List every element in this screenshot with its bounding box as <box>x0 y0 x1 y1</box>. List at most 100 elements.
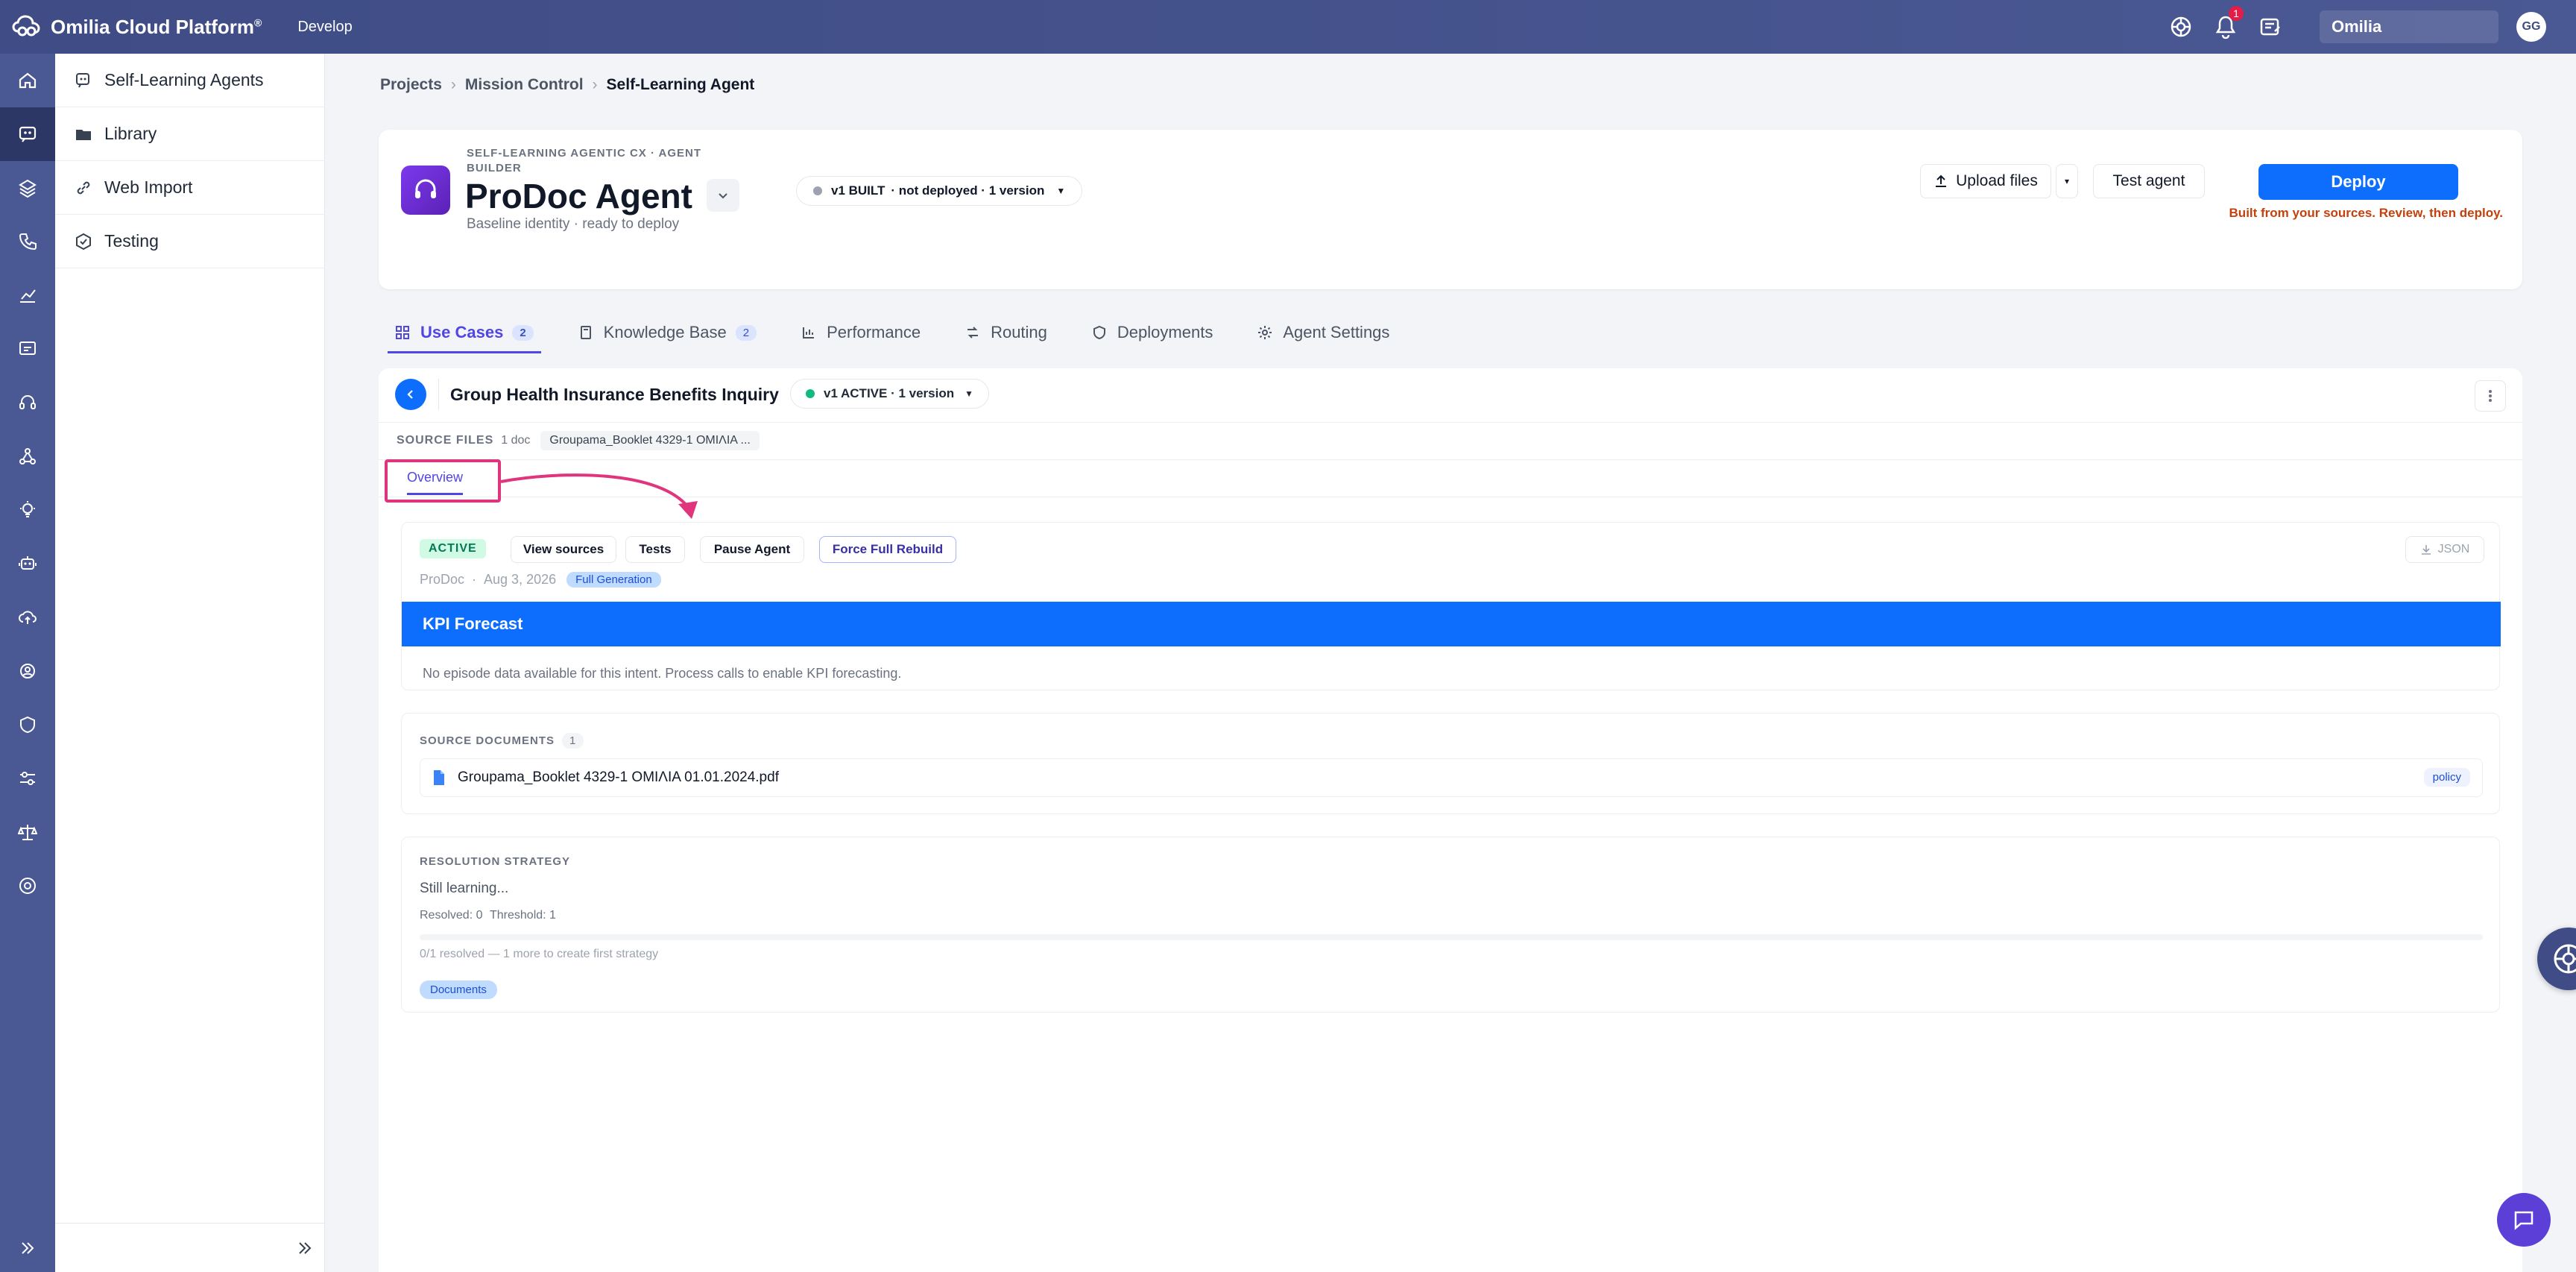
meta-author: ProDoc <box>420 572 465 587</box>
brand[interactable]: Omilia Cloud Platform® <box>12 12 262 42</box>
highlight-overview <box>385 459 501 503</box>
rail-bulb[interactable] <box>0 483 55 537</box>
documents-chip[interactable]: Documents <box>420 980 497 999</box>
organization-select[interactable]: Omilia <box>2320 10 2498 43</box>
tab-label: Use Cases <box>420 323 504 341</box>
dialog-icon <box>19 341 36 355</box>
rail-settings[interactable] <box>0 644 55 698</box>
tab-routing[interactable]: Routing <box>965 313 1047 352</box>
tab-knowledge-base[interactable]: Knowledge Base 2 <box>578 313 757 352</box>
tab-performance[interactable]: Performance <box>801 313 921 352</box>
chat-button[interactable] <box>2497 1193 2551 1247</box>
resolution-status: Still learning... <box>420 881 509 896</box>
tests-button[interactable]: Tests <box>625 536 685 563</box>
agents-icon <box>19 126 37 142</box>
folder-icon <box>76 129 91 140</box>
rail-analytics[interactable] <box>0 268 55 322</box>
rail-flow[interactable] <box>0 429 55 483</box>
upload-files-button[interactable]: Upload files <box>1920 164 2051 198</box>
rail-shield[interactable] <box>0 698 55 752</box>
layers-icon <box>19 179 37 198</box>
agent-icon <box>76 72 89 87</box>
tab-deployments[interactable]: Deployments <box>1092 313 1213 352</box>
back-button[interactable] <box>395 379 426 410</box>
user-avatar[interactable]: GG <box>2516 12 2546 42</box>
sidebar-item-library[interactable]: Library <box>55 107 324 161</box>
settings-cog-icon <box>20 664 35 678</box>
sidebar-item-label: Self-Learning Agents <box>104 70 264 89</box>
caret-down-icon: ▼ <box>965 388 973 399</box>
source-file-chip[interactable]: Groupama_Booklet 4329-1 ΟΜΙΛΙΑ ... <box>540 431 760 450</box>
rail-cloud-upload[interactable] <box>0 591 55 644</box>
rail-headset[interactable] <box>0 376 55 429</box>
sidebar-item-testing[interactable]: Testing <box>55 215 324 268</box>
status-badge: ACTIVE <box>420 539 486 558</box>
notes-icon[interactable] <box>2257 13 2284 40</box>
divider <box>379 459 2522 460</box>
overview-card: ACTIVE View sources Tests Pause Agent Fo… <box>401 522 2501 690</box>
omilia-logo-icon <box>12 15 40 37</box>
chat-icon <box>2514 1211 2534 1230</box>
agent-switch-dropdown[interactable] <box>707 179 739 212</box>
tab-count-badge: 2 <box>512 324 534 341</box>
generation-chip: Full Generation <box>566 572 661 588</box>
cloud-upload-icon <box>19 611 37 624</box>
brand-name: Omilia Cloud Platform® <box>51 15 262 38</box>
breadcrumb-projects[interactable]: Projects <box>380 76 442 94</box>
test-agent-button[interactable]: Test agent <box>2093 164 2205 198</box>
rail-home[interactable] <box>0 54 55 107</box>
sidebar-collapse-button[interactable] <box>55 1223 325 1272</box>
top-bar: Omilia Cloud Platform® Develop 1 Omilia … <box>0 0 2576 54</box>
environment-label: Develop <box>297 18 353 35</box>
rail-phone[interactable] <box>0 215 55 268</box>
pause-agent-button[interactable]: Pause Agent <box>700 536 804 563</box>
grid-icon <box>396 326 409 339</box>
view-sources-button[interactable]: View sources <box>511 536 616 563</box>
version-selector[interactable]: v1 BUILT · not deployed · 1 version ▼ <box>796 176 1083 206</box>
shield-icon <box>20 716 35 734</box>
rail-dialog[interactable] <box>0 322 55 376</box>
source-documents-label: SOURCE DOCUMENTS 1 <box>420 733 584 749</box>
tab-label: Performance <box>827 323 921 341</box>
deploy-button[interactable]: Deploy <box>2258 164 2458 200</box>
rail-expand-button[interactable] <box>0 1224 55 1272</box>
json-label: JSON <box>2437 543 2470 555</box>
upload-options-button[interactable]: ▾ <box>2056 164 2078 198</box>
agent-eyebrow: SELF-LEARNING AGENTIC CX · AGENT BUILDER <box>467 147 702 174</box>
rail-tuning[interactable] <box>0 752 55 805</box>
secondary-sidebar: Self-Learning Agents Library Web Import … <box>55 54 325 1272</box>
breadcrumb: Projects › Mission Control › Self-Learni… <box>380 76 754 94</box>
meta-date: Aug 3, 2026 <box>484 572 557 587</box>
use-case-version-selector[interactable]: v1 ACTIVE · 1 version ▼ <box>790 379 989 409</box>
caret-down-icon: ▾ <box>2064 176 2070 186</box>
force-full-rebuild-button[interactable]: Force Full Rebuild <box>819 536 956 563</box>
rail-robot[interactable] <box>0 537 55 591</box>
document-row[interactable]: Groupama_Booklet 4329-1 ΟΜΙΛΙΑ 01.01.202… <box>420 758 2483 797</box>
source-files-label: SOURCE FILES <box>397 434 494 447</box>
agent-header-card: SELF-LEARNING AGENTIC CX · AGENT BUILDER… <box>379 130 2522 289</box>
help-wheel-icon[interactable] <box>2168 13 2194 40</box>
sidebar-item-label: Testing <box>104 231 159 251</box>
divider <box>379 422 2522 423</box>
bell-icon[interactable]: 1 <box>2212 6 2244 40</box>
breadcrumb-current: Self-Learning Agent <box>606 76 755 93</box>
rail-support[interactable] <box>0 859 55 913</box>
sidebar-item-self-learning-agents[interactable]: Self-Learning Agents <box>55 54 324 107</box>
sidebar-item-web-import[interactable]: Web Import <box>55 161 324 215</box>
gear-icon <box>1258 326 1272 339</box>
support-icon <box>19 878 36 894</box>
breadcrumb-mission-control[interactable]: Mission Control <box>465 76 584 94</box>
rail-scale[interactable] <box>0 805 55 859</box>
status-dot <box>813 186 822 195</box>
resolution-progress <box>420 934 2483 940</box>
rail-layers[interactable] <box>0 161 55 215</box>
assistant-floating-button[interactable] <box>2537 928 2576 990</box>
tab-agent-settings[interactable]: Agent Settings <box>1257 313 1389 352</box>
document-tag: policy <box>2423 768 2470 787</box>
annotation-arrow-icon <box>500 473 698 519</box>
test-agent-label: Test agent <box>2112 172 2185 189</box>
download-json-button[interactable]: JSON <box>2405 536 2484 563</box>
more-options-button[interactable] <box>2475 380 2506 412</box>
rail-agents[interactable] <box>0 107 55 161</box>
tab-use-cases[interactable]: Use Cases 2 <box>388 313 541 353</box>
